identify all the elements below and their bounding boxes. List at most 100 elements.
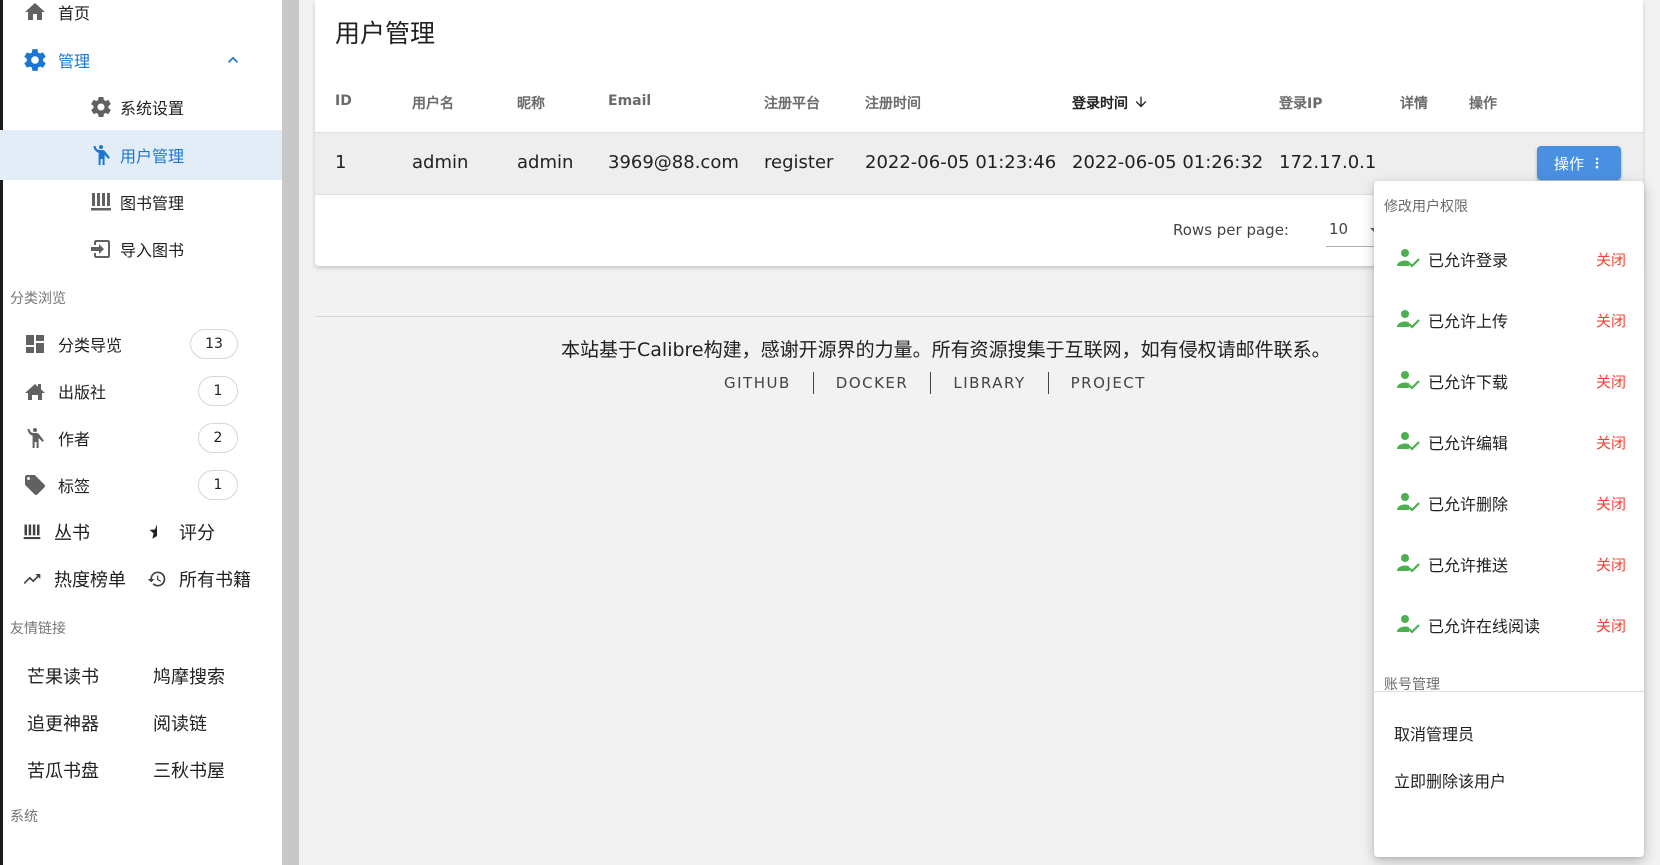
sidebar-item-series[interactable]: 丛书 (20, 512, 90, 552)
star-half-icon (145, 520, 169, 544)
count-badge: 13 (190, 329, 238, 359)
sidebar-item-home[interactable]: 首页 (0, 0, 282, 37)
footer-link-github[interactable]: GITHUB (724, 374, 791, 392)
footer-link-library[interactable]: LIBRARY (953, 374, 1025, 392)
close-permission-button[interactable]: 关闭 (1596, 615, 1626, 636)
separator (812, 372, 814, 394)
footer-link-project[interactable]: PROJECT (1071, 374, 1146, 392)
person-check-icon (1396, 612, 1422, 638)
friend-link[interactable]: 苦瓜书盘 (27, 757, 99, 783)
friend-link[interactable]: 鸠摩搜索 (153, 663, 225, 689)
person-check-icon (1396, 368, 1422, 394)
rows-per-page-label: Rows per page: (1173, 221, 1289, 239)
cell-login-ip: 172.17.0.1 (1279, 152, 1377, 173)
account-header: 账号管理 (1384, 677, 1440, 693)
permission-item-delete[interactable]: 已允许删除 关闭 (1374, 470, 1644, 534)
footer-links: GITHUB DOCKER LIBRARY PROJECT (724, 372, 1146, 394)
library-icon (20, 520, 44, 544)
permission-item-login[interactable]: 已允许登录 关闭 (1374, 226, 1644, 290)
sidebar-item-categories[interactable]: 分类导览 13 (0, 319, 282, 369)
close-permission-button[interactable]: 关闭 (1596, 493, 1626, 514)
page-title: 用户管理 (335, 19, 436, 48)
close-permission-button[interactable]: 关闭 (1596, 554, 1626, 575)
close-permission-button[interactable]: 关闭 (1596, 432, 1626, 453)
close-permission-button[interactable]: 关闭 (1596, 249, 1626, 270)
links-header: 友情链接 (10, 621, 66, 637)
system-header: 系统 (10, 809, 38, 825)
person-check-icon (1396, 246, 1422, 272)
count-badge: 1 (198, 470, 238, 500)
sidebar-item-admin[interactable]: 管理 (0, 35, 282, 85)
column-header-actions: 操作 (1469, 96, 1497, 112)
count-badge: 2 (198, 423, 238, 453)
sidebar: 首页 管理 系统设置 用户管理 图书管理 导入图书 分类浏览 分类导览 13 出… (0, 0, 282, 865)
column-header-username[interactable]: 用户名 (412, 93, 454, 113)
sidebar-item-user-management[interactable]: 用户管理 (0, 130, 282, 180)
count-badge: 1 (198, 376, 238, 406)
close-permission-button[interactable]: 关闭 (1596, 371, 1626, 392)
tag-icon (22, 472, 48, 498)
permission-item-upload[interactable]: 已允许上传 关闭 (1374, 287, 1644, 351)
delete-user-button[interactable]: 立即删除该用户 (1394, 768, 1506, 792)
history-icon (145, 567, 169, 591)
column-header-id[interactable]: ID (335, 93, 352, 109)
friend-link[interactable]: 阅读链 (153, 710, 207, 736)
permission-item-push[interactable]: 已允许推送 关闭 (1374, 531, 1644, 595)
person-icon (88, 142, 114, 168)
sidebar-item-publisher[interactable]: 出版社 1 (0, 366, 282, 416)
person-check-icon (1396, 429, 1422, 455)
column-header-login-ip[interactable]: 登录IP (1279, 93, 1322, 113)
cell-reg-time: 2022-06-05 01:23:46 (865, 152, 1057, 173)
separator (1047, 372, 1049, 394)
cell-login-time: 2022-06-05 01:26:32 (1072, 152, 1264, 173)
column-header-email[interactable]: Email (608, 93, 651, 109)
friend-link[interactable]: 芒果读书 (27, 663, 99, 689)
column-header-platform[interactable]: 注册平台 (764, 93, 820, 113)
gear-icon (22, 47, 48, 73)
arrow-down-icon (1133, 94, 1149, 114)
column-header-details: 详情 (1400, 96, 1428, 112)
revoke-admin-button[interactable]: 取消管理员 (1394, 721, 1474, 745)
person-check-icon (1396, 551, 1422, 577)
sidebar-item-author[interactable]: 作者 2 (0, 413, 282, 463)
gear-icon (88, 94, 114, 120)
more-vertical-icon (1590, 155, 1604, 171)
home-icon (22, 0, 48, 25)
permission-item-edit[interactable]: 已允许编辑 关闭 (1374, 409, 1644, 473)
sidebar-item-hot[interactable]: 热度榜单 (20, 559, 126, 599)
permission-item-download[interactable]: 已允许下载 关闭 (1374, 348, 1644, 412)
footer-link-docker[interactable]: DOCKER (836, 374, 909, 392)
column-header-login-time[interactable]: 登录时间 (1072, 93, 1149, 114)
sidebar-item-import-books[interactable]: 导入图书 (0, 224, 282, 274)
sidebar-item-book-management[interactable]: 图书管理 (0, 177, 282, 227)
house-people-icon (22, 378, 48, 404)
cell-email: 3969@88.com (608, 152, 739, 173)
trending-up-icon (20, 567, 44, 591)
friend-link[interactable]: 三秋书屋 (153, 757, 225, 783)
import-icon (88, 236, 114, 262)
sidebar-item-system-settings[interactable]: 系统设置 (0, 82, 282, 132)
cell-id: 1 (335, 152, 347, 173)
separator (930, 372, 932, 394)
close-permission-button[interactable]: 关闭 (1596, 310, 1626, 331)
permission-item-online-read[interactable]: 已允许在线阅读 关闭 (1374, 592, 1644, 656)
cell-username: admin (412, 152, 469, 173)
library-icon (88, 189, 114, 215)
sidebar-item-all-books[interactable]: 所有书籍 (145, 559, 251, 599)
column-header-nickname[interactable]: 昵称 (517, 93, 545, 113)
cell-platform: register (764, 152, 834, 173)
actions-button[interactable]: 操作 (1537, 146, 1621, 180)
chevron-up-icon[interactable] (220, 47, 246, 73)
footer-text: 本站基于Calibre构建，感谢开源界的力量。所有资源搜集于互联网，如有侵权请邮… (561, 339, 1331, 361)
sidebar-item-tags[interactable]: 标签 1 (0, 460, 282, 510)
sidebar-item-rating[interactable]: 评分 (145, 512, 215, 552)
user-actions-menu: 修改用户权限 已允许登录 关闭 已允许上传 关闭 已允许下载 关闭 已允许编辑 … (1374, 181, 1644, 857)
column-header-reg-time[interactable]: 注册时间 (865, 93, 921, 113)
sidebar-scrollbar[interactable] (282, 0, 299, 865)
browse-header: 分类浏览 (10, 291, 66, 307)
person-check-icon (1396, 490, 1422, 516)
permissions-header: 修改用户权限 (1384, 199, 1468, 215)
person-check-icon (1396, 307, 1422, 333)
friend-link[interactable]: 追更神器 (27, 710, 99, 736)
dashboard-icon (22, 331, 48, 357)
